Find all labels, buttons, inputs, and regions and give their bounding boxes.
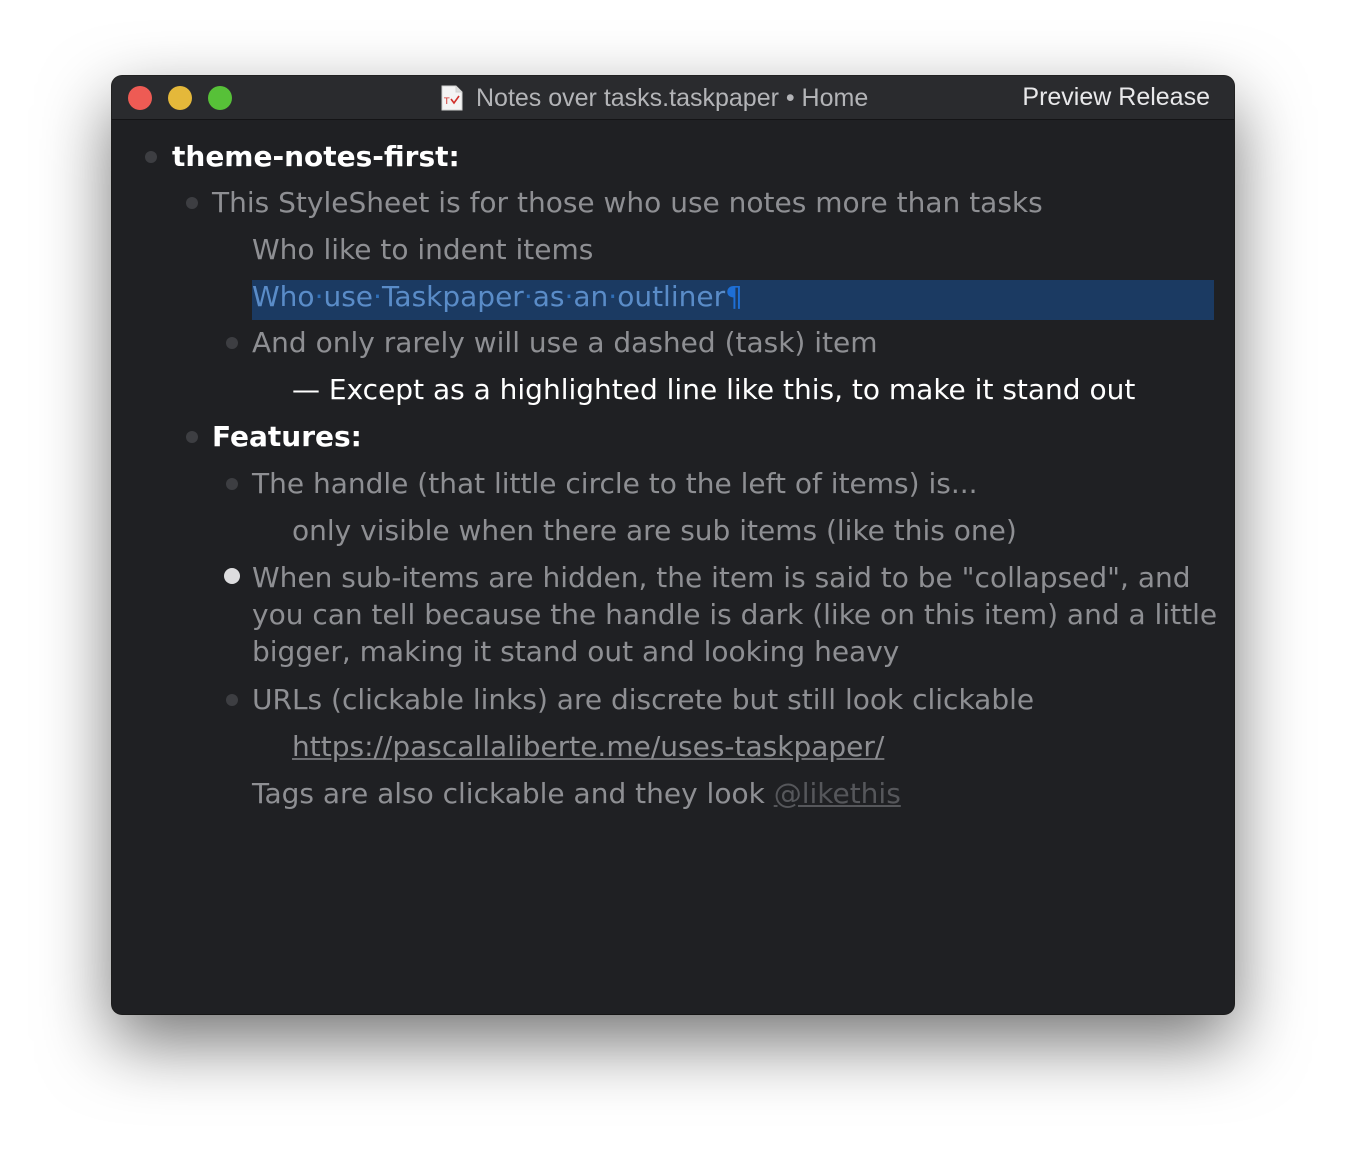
title-bar[interactable]: T Notes over tasks.taskpaper • Home Prev… — [112, 76, 1234, 120]
note-item[interactable]: And only rarely will use a dashed (task)… — [252, 324, 878, 361]
invisible-space: · — [523, 280, 533, 313]
taskpaper-document-icon: T — [441, 85, 463, 111]
app-window: T Notes over tasks.taskpaper • Home Prev… — [112, 76, 1234, 1014]
note-item[interactable]: URLs (clickable links) are discrete but … — [252, 681, 1034, 718]
pilcrow-icon: ¶ — [725, 280, 743, 313]
note-item-line[interactable]: When sub-items are hidden, the item is s… — [252, 559, 1191, 596]
note-handle[interactable] — [186, 197, 198, 209]
note-item[interactable]: only visible when there are sub items (l… — [292, 512, 1017, 549]
note-text: Tags are also clickable and they look — [252, 777, 774, 810]
url-link[interactable]: https://pascallaliberte.me/uses-taskpape… — [292, 728, 884, 765]
note-item[interactable]: Tags are also clickable and they look @l… — [252, 775, 901, 812]
note-item-line[interactable]: bigger, making it stand out and looking … — [252, 633, 899, 670]
project-handle[interactable] — [186, 431, 198, 443]
project-handle[interactable] — [145, 151, 157, 163]
note-handle[interactable] — [226, 478, 238, 490]
word: an — [573, 280, 609, 313]
note-item[interactable]: The handle (that little circle to the le… — [252, 465, 978, 502]
tag-link[interactable]: @likethis — [774, 777, 901, 810]
word: as — [532, 280, 565, 313]
project-title[interactable]: Features: — [212, 418, 362, 455]
preview-release-badge[interactable]: Preview Release — [1022, 83, 1210, 112]
window-title: Notes over tasks.taskpaper • Home — [476, 84, 869, 112]
task-item[interactable]: — Except as a highlighted line like this… — [292, 371, 1135, 408]
editor[interactable]: theme-notes-first: This StyleSheet is fo… — [112, 120, 1234, 1014]
close-window-button[interactable] — [128, 86, 152, 110]
note-item-line[interactable]: you can tell because the handle is dark … — [252, 596, 1217, 633]
word: outliner — [617, 280, 726, 313]
collapsed-handle[interactable] — [224, 568, 240, 584]
word: use — [323, 280, 374, 313]
word: Taskpaper — [381, 280, 524, 313]
invisible-space: · — [373, 280, 382, 313]
zoom-window-button[interactable] — [208, 86, 232, 110]
minimize-window-button[interactable] — [168, 86, 192, 110]
note-item[interactable]: This StyleSheet is for those who use not… — [212, 184, 1043, 221]
invisible-space: · — [608, 280, 618, 313]
note-handle[interactable] — [226, 337, 238, 349]
word: Who — [252, 280, 315, 313]
note-handle[interactable] — [226, 694, 238, 706]
selected-note-item[interactable]: Who·use·Taskpaper·as·an·outliner¶ — [252, 278, 743, 315]
project-title[interactable]: theme-notes-first: — [172, 138, 460, 175]
svg-text:T: T — [443, 97, 450, 107]
note-item[interactable]: Who like to indent items — [252, 231, 593, 268]
